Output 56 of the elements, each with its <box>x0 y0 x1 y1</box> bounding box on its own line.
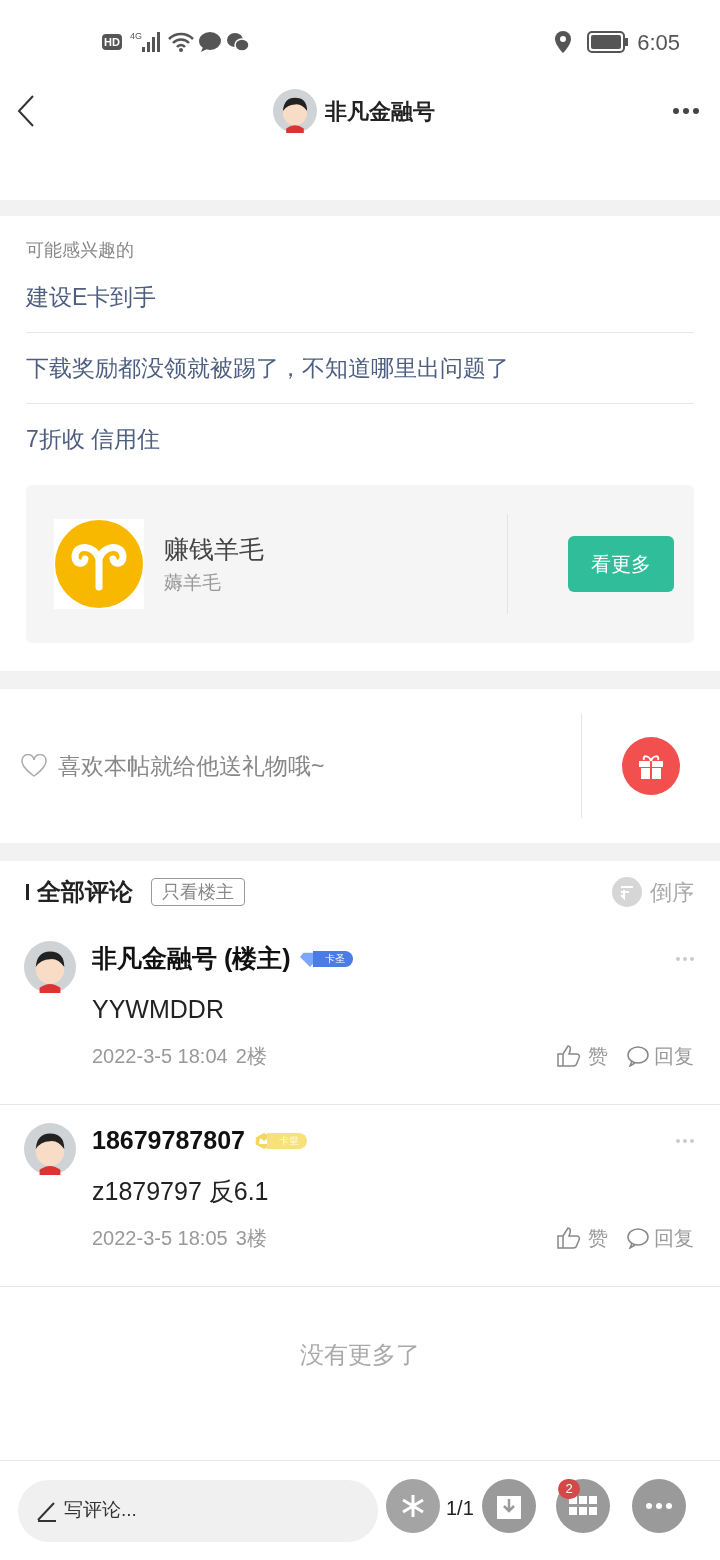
reply-button[interactable]: 回复 <box>626 1222 694 1253</box>
comment-text: YYWMDDR <box>92 994 225 1025</box>
sort-button[interactable]: 倒序 <box>650 875 694 909</box>
floor-number: 3楼 <box>235 1225 267 1251</box>
comment-date: 2022-3-5 18:05 <box>92 1225 228 1251</box>
recommended-post-link[interactable]: 建设E卡到手 <box>26 262 694 333</box>
floating-star-button[interactable] <box>386 1479 440 1533</box>
speech-bubble-icon <box>626 1226 650 1249</box>
battery-icon <box>587 31 630 53</box>
comment-author: 非凡金融号 (楼主) <box>92 943 291 975</box>
comment-date: 2022-3-5 18:04 <box>92 1043 228 1069</box>
level-badge: 卡圣 <box>312 951 353 967</box>
chat-icon <box>225 31 250 53</box>
page-indicator: 1/1 <box>446 1496 474 1521</box>
see-more-button[interactable]: 看更多 <box>568 536 674 592</box>
wifi-icon <box>167 32 194 52</box>
signal-icon <box>141 32 160 52</box>
notification-badge: 2 <box>558 1479 580 1499</box>
floating-more-button[interactable] <box>632 1479 686 1533</box>
floor-number: 2楼 <box>235 1043 267 1069</box>
clock: 6:05 <box>637 28 680 57</box>
speech-bubble-icon <box>626 1044 650 1067</box>
hd-icon: HD <box>102 33 122 51</box>
sort-icon <box>612 877 642 907</box>
thumbs-up-icon <box>556 1225 582 1250</box>
network-label: 4G <box>129 30 142 43</box>
end-of-list-note: 没有更多了 <box>300 1340 420 1370</box>
author-only-filter[interactable]: 只看楼主 <box>151 878 245 906</box>
gift-button[interactable] <box>622 737 680 795</box>
page-title: 非凡金融号 <box>325 97 435 126</box>
reply-button[interactable]: 回复 <box>626 1040 694 1071</box>
floating-download-button[interactable] <box>482 1479 536 1533</box>
recommended-post-link[interactable]: 下载奖励都没领就被踢了，不知道哪里出问题了 <box>26 333 694 404</box>
avatar-icon <box>273 89 317 133</box>
avatar-icon <box>24 941 76 993</box>
comment-input[interactable]: 写评论... <box>18 1479 378 1542</box>
group-name: 赚钱羊毛 <box>164 534 265 565</box>
like-button[interactable]: 赞 <box>556 1040 608 1071</box>
comment-author: 18679787807 <box>92 1125 245 1157</box>
comments-title: 全部评论 <box>37 877 133 907</box>
location-icon <box>555 31 572 53</box>
message-icon <box>197 31 222 53</box>
gift-prompt: 喜欢本帖就给他送礼物哦~ <box>58 751 326 781</box>
level-badge: 卡皇 <box>266 1133 307 1149</box>
floating-apps-button[interactable] <box>556 1479 610 1533</box>
avatar-icon <box>24 1123 76 1175</box>
comment-placeholder: 写评论... <box>64 1498 137 1523</box>
comment-text: z1879797 反6.1 <box>92 1176 270 1207</box>
ram-logo-icon <box>54 519 144 609</box>
like-button[interactable]: 赞 <box>556 1222 608 1253</box>
thumbs-up-icon <box>556 1043 582 1068</box>
group-subtitle: 薅羊毛 <box>164 570 222 595</box>
heart-icon <box>20 754 48 778</box>
recommended-post-link[interactable]: 7折收 信用住 <box>26 404 694 475</box>
grid-icon <box>569 1496 597 1516</box>
section-heading: 可能感兴趣的 <box>26 239 135 262</box>
